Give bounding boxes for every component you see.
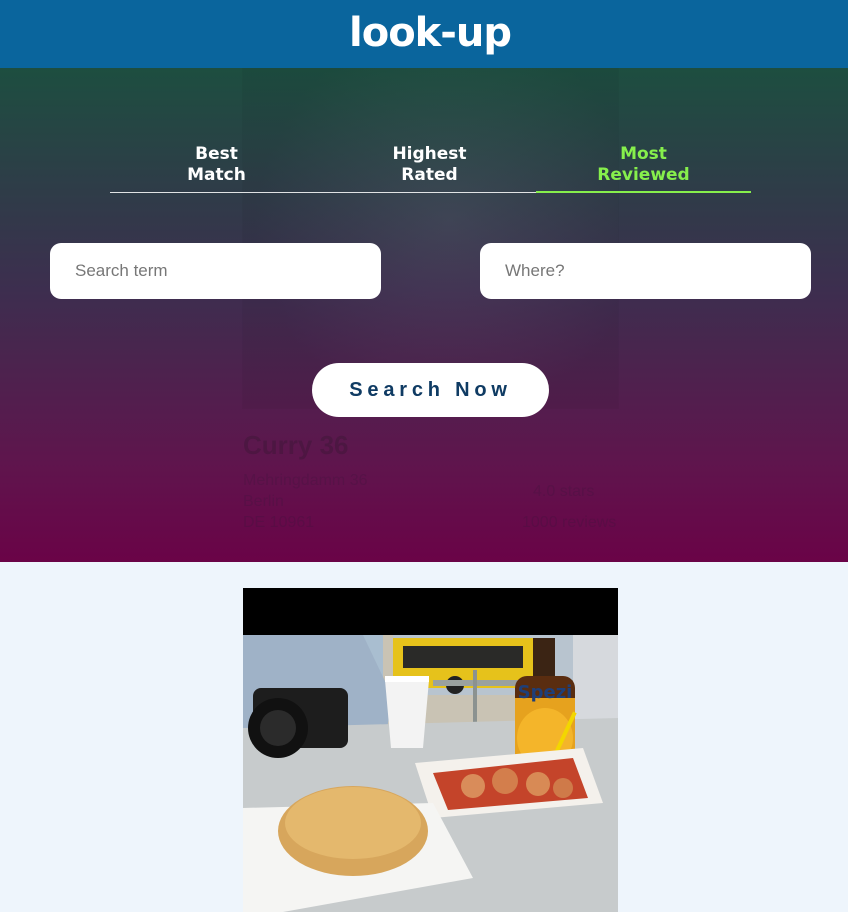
tab-best-match-label: Best Match <box>187 144 246 185</box>
background-result-rating: 4.0 stars <box>533 483 595 500</box>
tab-highest-rated[interactable]: Highest Rated <box>323 144 536 192</box>
background-result-image <box>243 68 618 408</box>
food-photo-illustration: Spezi <box>243 588 618 912</box>
background-result-address-1: Mehringdamm 36 <box>243 472 368 489</box>
background-result-reviews: 1000 reviews <box>522 514 617 531</box>
background-result-address-2: Berlin <box>243 493 284 510</box>
bottle-label: Spezi <box>518 682 573 703</box>
app-logo[interactable]: look-up <box>349 10 512 56</box>
location-input[interactable] <box>480 243 811 299</box>
header-bar: look-up <box>0 0 848 68</box>
tab-best-match[interactable]: Best Match <box>110 144 323 192</box>
result-photo[interactable]: Spezi <box>243 588 618 912</box>
background-result-address-3: DE 10961 <box>243 514 315 531</box>
tab-most-reviewed[interactable]: Most Reviewed <box>536 144 751 193</box>
search-now-button[interactable]: Search Now <box>312 363 549 417</box>
background-result-name: Curry 36 <box>243 430 349 460</box>
search-term-input[interactable] <box>50 243 381 299</box>
sort-tabs: Best Match Highest Rated Most Reviewed <box>110 144 751 193</box>
search-hero: Curry 36 Mehringdamm 36 Berlin DE 10961 … <box>0 68 848 562</box>
tab-highest-rated-label: Highest Rated <box>392 144 467 185</box>
tab-most-reviewed-label: Most Reviewed <box>597 144 690 185</box>
